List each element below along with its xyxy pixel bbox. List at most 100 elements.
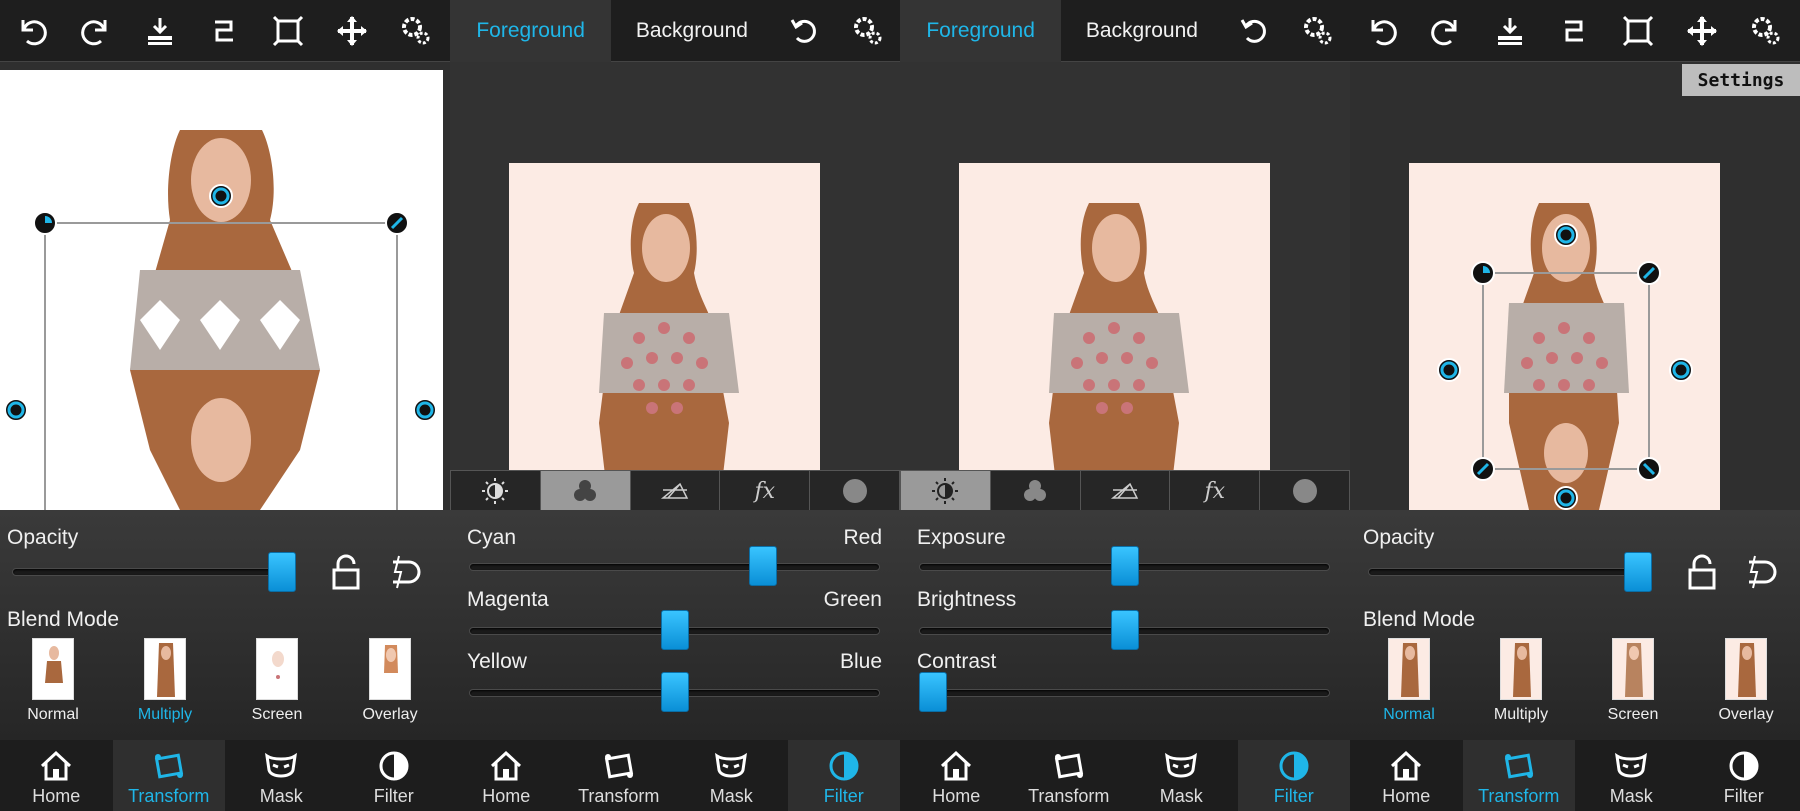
blend-multiply[interactable]: Multiply (115, 638, 215, 724)
rotate-handle-bottom[interactable] (1554, 486, 1578, 510)
photo-canvas[interactable] (959, 163, 1270, 510)
photo-canvas[interactable] (509, 163, 820, 510)
foreground-tab[interactable]: Foreground (900, 0, 1062, 62)
photo-canvas[interactable] (0, 70, 443, 510)
corner-handle-top-left[interactable] (1471, 261, 1495, 285)
nav-mask[interactable]: Mask (1575, 740, 1688, 811)
magenta-green-thumb[interactable] (660, 610, 689, 650)
corner-handle-bottom-right[interactable] (1637, 457, 1661, 481)
flatten-button[interactable] (1478, 0, 1542, 62)
settings-button[interactable] (836, 0, 900, 62)
side-handle-left[interactable] (4, 398, 28, 422)
filter-icon (1279, 751, 1309, 781)
tab-fx[interactable]: fx (1170, 471, 1261, 511)
blend-overlay[interactable]: Overlay (340, 638, 440, 724)
cyan-red-thumb[interactable] (748, 546, 777, 586)
rotate-icon (1557, 226, 1575, 244)
crop-button[interactable] (1606, 0, 1670, 62)
opacity-slider-thumb[interactable] (1624, 552, 1652, 592)
magnet-icon[interactable] (1741, 552, 1781, 592)
blend-screen[interactable]: Screen (227, 638, 327, 724)
blend-normal[interactable]: Normal (1359, 638, 1459, 724)
magnet-icon[interactable] (385, 552, 425, 592)
tab-levels[interactable] (1081, 471, 1171, 511)
contrast-slider[interactable] (919, 689, 1330, 697)
reset-button[interactable] (773, 0, 837, 62)
transform-icon (1504, 753, 1533, 779)
blend-normal[interactable]: Normal (3, 638, 103, 724)
foreground-tab[interactable]: Foreground (450, 0, 612, 62)
mask-icon (715, 752, 748, 778)
nav-mask[interactable]: Mask (1125, 740, 1238, 811)
move-icon (1687, 15, 1717, 46)
tab-levels[interactable] (631, 471, 721, 511)
redo-button[interactable] (1414, 0, 1478, 62)
reset-button[interactable] (1223, 0, 1287, 62)
nav-home[interactable]: Home (1350, 740, 1463, 811)
nav-transform[interactable]: Transform (112, 740, 225, 811)
side-handle-left[interactable] (1437, 358, 1461, 382)
tab-fx[interactable]: fx (720, 471, 811, 511)
nav-filter[interactable]: Filter (338, 740, 451, 811)
brightness-thumb[interactable] (1110, 610, 1139, 650)
tab-light[interactable] (451, 471, 541, 511)
bottom-nav: Home Transform Mask Filter (0, 740, 450, 811)
undo-button[interactable] (0, 0, 64, 62)
exposure-thumb[interactable] (1110, 546, 1139, 586)
flip-button[interactable] (192, 0, 256, 62)
tab-color[interactable] (991, 471, 1081, 511)
tab-vignette[interactable] (1260, 471, 1349, 511)
nav-filter[interactable]: Filter (1237, 740, 1350, 811)
blend-overlay[interactable]: Overlay (1696, 638, 1796, 724)
undo-button[interactable] (1350, 0, 1414, 62)
tab-light[interactable] (901, 471, 991, 511)
nav-mask[interactable]: Mask (675, 740, 788, 811)
nav-transform[interactable]: Transform (1462, 740, 1575, 811)
nav-home[interactable]: Home (450, 740, 563, 811)
side-handle-right[interactable] (413, 398, 437, 422)
crop-button[interactable] (256, 0, 320, 62)
unlock-icon[interactable] (326, 552, 366, 592)
portrait-image (1504, 203, 1629, 510)
flip-button[interactable] (1542, 0, 1606, 62)
photo-canvas[interactable] (1409, 163, 1720, 510)
corner-handle-bottom-left[interactable] (1471, 457, 1495, 481)
nav-transform[interactable]: Transform (1013, 740, 1126, 811)
filter-light-panel: Foreground Background fx Exposure Bright… (900, 0, 1350, 811)
nav-home[interactable]: Home (0, 740, 113, 811)
unlock-icon[interactable] (1682, 552, 1722, 592)
background-tab[interactable]: Background (1061, 0, 1222, 62)
nav-home[interactable]: Home (900, 740, 1013, 811)
cyan-red-slider[interactable] (469, 563, 880, 571)
yellow-blue-thumb[interactable] (660, 672, 689, 712)
opacity-slider-track[interactable] (1368, 568, 1650, 576)
move-button[interactable] (320, 0, 384, 62)
nav-filter[interactable]: Filter (787, 740, 900, 811)
settings-button[interactable] (1286, 0, 1350, 62)
corner-handle-top-left[interactable] (33, 211, 57, 235)
rotate-handle-top[interactable] (209, 184, 233, 208)
nav-transform[interactable]: Transform (563, 740, 676, 811)
nav-mask[interactable]: Mask (225, 740, 338, 811)
settings-button[interactable] (384, 0, 448, 62)
contrast-thumb[interactable] (919, 672, 947, 712)
red-label: Red (843, 526, 882, 549)
opacity-slider-thumb[interactable] (268, 552, 296, 592)
side-handle-right[interactable] (1669, 358, 1693, 382)
tab-color[interactable] (540, 471, 631, 511)
settings-button[interactable] (1734, 0, 1798, 62)
corner-handle-top-right[interactable] (1637, 261, 1661, 285)
rotate-handle-top[interactable] (1554, 223, 1578, 247)
blend-screen[interactable]: Screen (1583, 638, 1683, 724)
filter-tabs: fx (450, 470, 900, 512)
background-tab[interactable]: Background (611, 0, 772, 62)
contrast-label: Contrast (917, 650, 997, 673)
move-button[interactable] (1670, 0, 1734, 62)
redo-button[interactable] (64, 0, 128, 62)
blend-multiply[interactable]: Multiply (1471, 638, 1571, 724)
opacity-slider-track[interactable] (12, 568, 294, 576)
flatten-button[interactable] (128, 0, 192, 62)
corner-handle-top-right[interactable] (385, 211, 409, 235)
nav-filter[interactable]: Filter (1688, 740, 1800, 811)
tab-vignette[interactable] (810, 471, 899, 511)
